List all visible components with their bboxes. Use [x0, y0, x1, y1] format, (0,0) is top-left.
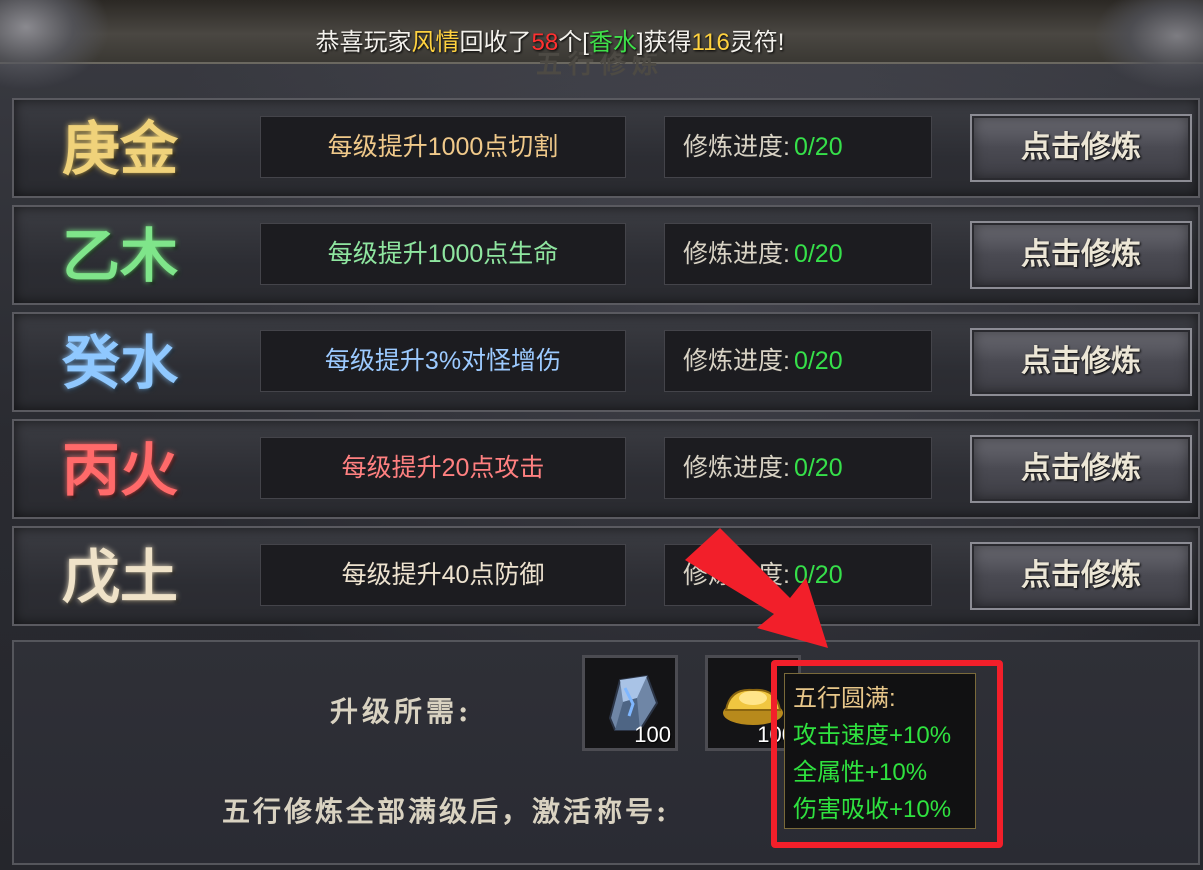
progress-box: 修炼进度: 0/20: [664, 223, 932, 285]
notice-count: 58: [531, 29, 559, 56]
element-name: 乙木: [62, 222, 179, 290]
progress-value: 0/20: [793, 347, 843, 375]
element-name: 戊土: [62, 543, 179, 611]
system-notice: 恭喜玩家风情回收了58个[香水]获得116灵符!: [0, 22, 1100, 57]
row-description: 每级提升3%对怪增伤: [260, 330, 626, 392]
upgrade-requirement-label: 升级所需:: [330, 695, 473, 728]
cultivation-row-metal: 庚金 每级提升1000点切割 修炼进度: 0/20 点击修炼: [12, 98, 1200, 198]
progress-label: 修炼进度:: [683, 454, 790, 482]
progress-label: 修炼进度:: [683, 561, 790, 589]
notice-suffix: 灵符!: [729, 29, 785, 56]
progress-label: 修炼进度:: [683, 347, 790, 375]
progress-box: 修炼进度: 0/20: [664, 544, 932, 606]
notice-prefix: 恭喜玩家: [315, 29, 412, 56]
notice-reward: 116: [691, 29, 730, 56]
title-activation-text: 五行修炼全部满级后，激活称号:: [222, 795, 670, 828]
element-name: 癸水: [62, 329, 179, 397]
row-description: 每级提升40点防御: [260, 544, 626, 606]
dragon-ornament-right-icon: [1093, 0, 1203, 90]
progress-value: 0/20: [793, 454, 843, 482]
cultivation-row-wood: 乙木 每级提升1000点生命 修炼进度: 0/20 点击修炼: [12, 205, 1200, 305]
notice-mid2: 个[: [558, 29, 589, 56]
cultivate-button[interactable]: 点击修炼: [970, 221, 1192, 289]
notice-item: 香水: [588, 29, 637, 56]
row-description: 每级提升20点攻击: [260, 437, 626, 499]
cultivate-button[interactable]: 点击修炼: [970, 435, 1192, 503]
progress-value: 0/20: [793, 133, 843, 161]
progress-box: 修炼进度: 0/20: [664, 116, 932, 178]
progress-value: 0/20: [793, 240, 843, 268]
element-name: 庚金: [62, 115, 179, 183]
cultivation-row-water: 癸水 每级提升3%对怪增伤 修炼进度: 0/20 点击修炼: [12, 312, 1200, 412]
progress-value: 0/20: [793, 561, 843, 589]
cultivate-button[interactable]: 点击修炼: [970, 542, 1192, 610]
element-name: 丙火: [62, 436, 179, 504]
highlight-box: [771, 660, 1003, 848]
progress-box: 修炼进度: 0/20: [664, 330, 932, 392]
row-description: 每级提升1000点生命: [260, 223, 626, 285]
cultivation-row-fire: 丙火 每级提升20点攻击 修炼进度: 0/20 点击修炼: [12, 419, 1200, 519]
notice-mid1: 回收了: [459, 29, 532, 56]
notice-mid3: ]获得: [636, 29, 692, 56]
progress-label: 修炼进度:: [683, 133, 790, 161]
notice-player: 风情: [411, 29, 460, 56]
progress-box: 修炼进度: 0/20: [664, 437, 932, 499]
progress-label: 修炼进度:: [683, 240, 790, 268]
cultivate-button[interactable]: 点击修炼: [970, 328, 1192, 396]
item-slot-crystal[interactable]: 100: [582, 655, 678, 751]
row-description: 每级提升1000点切割: [260, 116, 626, 178]
cultivation-row-earth: 戊土 每级提升40点防御 修炼进度: 0/20 点击修炼: [12, 526, 1200, 626]
item-quantity: 100: [634, 722, 671, 747]
cultivate-button[interactable]: 点击修炼: [970, 114, 1192, 182]
